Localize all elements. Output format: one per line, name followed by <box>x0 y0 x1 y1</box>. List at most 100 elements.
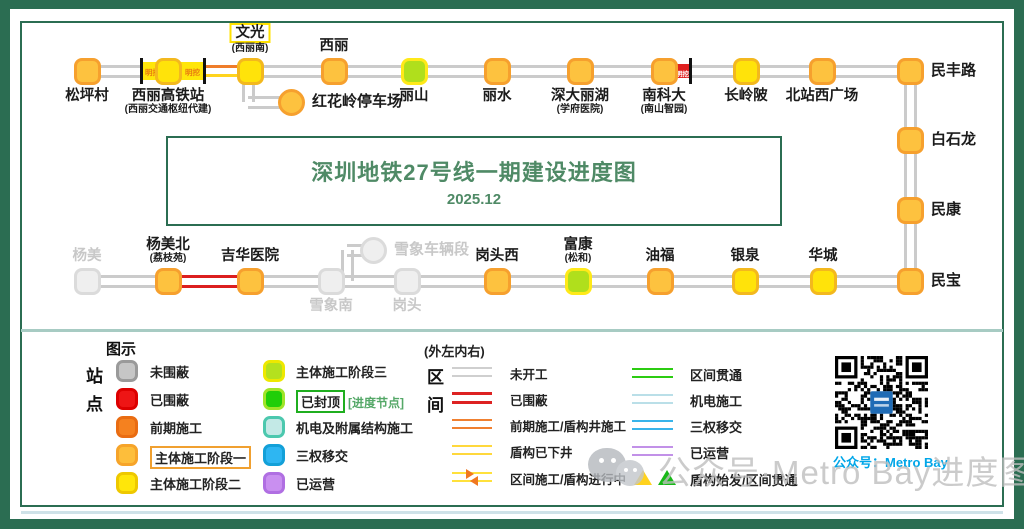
qr-code <box>835 356 928 454</box>
station-youfu <box>647 268 674 295</box>
station-label-gangtou: 岗头 <box>393 298 422 314</box>
station-label-xili: 西丽 <box>320 38 349 54</box>
interval-arrow-left <box>470 476 478 486</box>
legend-interval-swatch <box>632 394 673 404</box>
legend-interval-label: 已运营 <box>690 443 729 462</box>
station-label-changlingpi: 长岭陂 <box>724 88 768 104</box>
legend-interval-label: 区间贯通 <box>690 365 742 384</box>
legend-interval-label: 未开工 <box>510 364 548 383</box>
map-legend-divider <box>21 329 1003 332</box>
legend-station-label: 主体施工阶段二 <box>150 474 241 493</box>
station-label-gangtouxi: 岗头西 <box>475 248 519 264</box>
legend-station-swatch <box>116 388 138 410</box>
legend-station-swatch <box>263 444 285 466</box>
station-label-yangmeibei: 杨美北(荔枝苑) <box>146 237 190 264</box>
legend-interval-label: 盾构始发/区间贯通 <box>690 470 798 489</box>
legend-interval-swatch <box>452 445 492 455</box>
legend-interval-label: 前期施工/盾构井施工 <box>510 416 626 435</box>
legend-zone-char-2: 间 <box>427 391 444 416</box>
station-beizhan-west <box>809 58 836 85</box>
station-gangtouxi <box>484 268 511 295</box>
legend-station-swatch <box>116 416 138 438</box>
station-label-yinquan: 银泉 <box>731 248 760 264</box>
qr-caption: 公众号：Metro Bay <box>833 452 948 471</box>
station-nankeda <box>651 58 678 85</box>
station-lishan <box>401 58 428 85</box>
title-box: 深圳地铁27号线一期建设进度图 2025.12 <box>166 136 782 226</box>
station-minbao <box>897 268 924 295</box>
shield-launch-triangle <box>634 470 652 485</box>
legend-interval-label: 盾构已下井 <box>510 442 573 461</box>
legend-interval-label: 区间施工/盾构进行中 <box>510 469 626 488</box>
legend-station-label: 已运营 <box>296 474 335 493</box>
station-minkang <box>897 197 924 224</box>
legend-station-label: 三权移交 <box>296 446 348 465</box>
station-label-beizhan-west: 北站西广场 <box>786 88 859 104</box>
enclosed-label: 明挖 <box>676 68 689 78</box>
station-label-xili-hsr: 西丽高铁站(西丽交通枢纽代建) <box>125 88 212 115</box>
station-wenguang <box>237 58 264 85</box>
legend-station-swatch <box>116 472 138 494</box>
station-label-yangmei: 杨美 <box>73 248 102 264</box>
station-lishui <box>484 58 511 85</box>
station-label-nankeda: 南科大(南山智园) <box>641 88 688 115</box>
station-honghualing-depot <box>278 89 305 116</box>
legend-station-swatch <box>263 472 285 494</box>
station-label-minkang: 民康 <box>931 202 961 218</box>
station-label-minbao: 民宝 <box>931 273 961 289</box>
station-huacheng <box>810 268 837 295</box>
station-xili-hsr <box>155 58 182 85</box>
station-label-songpingcun: 松坪村 <box>65 88 109 104</box>
legend-interval-swatch <box>452 367 492 377</box>
legend-station-label: 前期施工 <box>150 418 202 437</box>
station-label-fukang: 富康(松和) <box>564 237 593 264</box>
legend-station-label: 机电及附属结构施工 <box>296 418 413 437</box>
legend-interval-swatch <box>452 419 492 429</box>
legend-station-char-1: 站 <box>86 362 103 387</box>
legend-interval-label: 已围蔽 <box>510 390 548 409</box>
station-xili <box>321 58 348 85</box>
legend-interval-label: 三权移交 <box>690 417 742 436</box>
legend-station-char-2: 点 <box>86 390 103 415</box>
station-xuexiang-depot <box>360 237 387 264</box>
station-changlingpi <box>733 58 760 85</box>
bottom-accent-strip <box>21 511 1003 514</box>
shield-launch-triangle <box>658 470 676 485</box>
progress-diagram: 明挖明挖明挖松坪村西丽高铁站(西丽交通枢纽代建)文光(西丽南)西丽红花岭停车场丽… <box>0 0 1024 529</box>
legend-station-label: 主体施工阶段一 <box>150 446 251 469</box>
legend-station-label: 未围蔽 <box>150 362 189 381</box>
station-label-xuexiang-depot: 雪象车辆段 <box>394 242 469 258</box>
station-baishilong <box>897 127 924 154</box>
station-yangmei <box>74 268 101 295</box>
station-label-youfu: 油福 <box>646 248 675 264</box>
legend-zone-char-1: 区 <box>427 363 444 388</box>
page-title: 深圳地铁27号线一期建设进度图 <box>168 155 780 187</box>
station-label-baishilong: 白石龙 <box>931 132 976 148</box>
legend-station-swatch <box>116 444 138 466</box>
construction-boundary-tick <box>203 58 206 84</box>
station-label-minfenglu: 民丰路 <box>931 63 976 79</box>
station-yinquan <box>732 268 759 295</box>
station-fukang <box>565 268 592 295</box>
legend-station-swatch <box>263 416 285 438</box>
station-label-shendalihu: 深大丽湖(学府医院) <box>551 88 609 115</box>
legend-interval-swatch <box>632 420 673 430</box>
construction-boundary-tick <box>689 58 692 84</box>
station-label-wenguang: 文光(西丽南) <box>230 23 271 54</box>
legend-station-label: 主体施工阶段三 <box>296 362 387 381</box>
station-xuexiangnan <box>318 268 345 295</box>
legend-station-swatch <box>263 360 285 382</box>
legend-interval-label: 机电施工 <box>690 391 742 410</box>
track-segment <box>248 96 280 109</box>
legend-station-label: 已围蔽 <box>150 390 189 409</box>
station-label-lishan: 丽山 <box>400 88 429 104</box>
open-cut-label: 明挖 <box>185 67 200 78</box>
legend-station-swatch <box>263 388 285 410</box>
station-label-jihua-hospital: 吉华医院 <box>221 248 279 264</box>
legend-header: 图示 <box>106 338 136 359</box>
station-yangmeibei <box>155 268 182 295</box>
station-shendalihu <box>567 58 594 85</box>
station-minfenglu <box>897 58 924 85</box>
station-songpingcun <box>74 58 101 85</box>
legend-interval-swatch <box>452 392 492 404</box>
